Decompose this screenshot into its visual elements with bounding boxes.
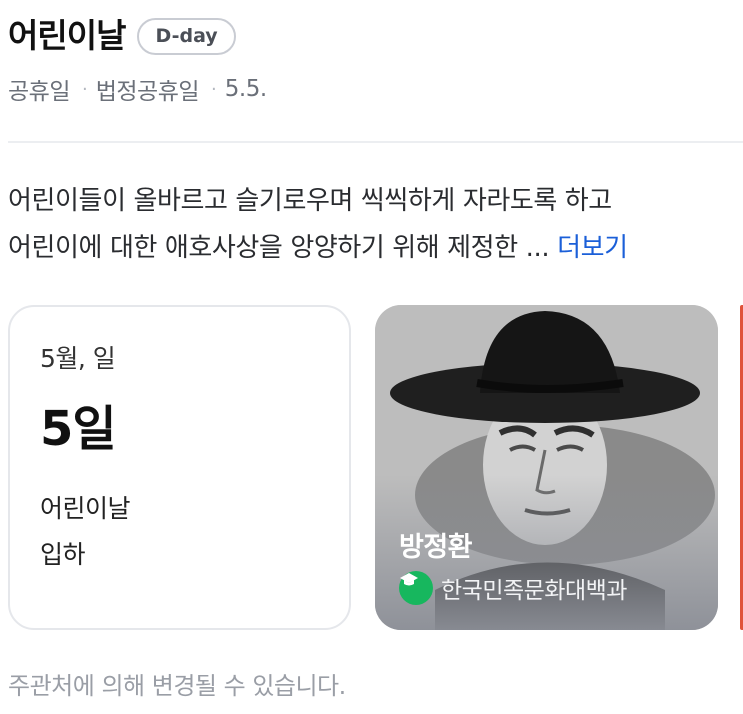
- footer-note: 주관처에 의해 변경될 수 있습니다.: [8, 672, 346, 700]
- page-title: 어린이날: [8, 16, 126, 55]
- separator-dot: ·: [81, 78, 88, 100]
- meta-holiday-type[interactable]: 공휴일: [8, 72, 70, 106]
- date-card-day: 5일: [40, 401, 117, 457]
- description-text: 어린이에 대한 애호사상을 앙양하기 위해 제정한 ...: [8, 233, 550, 263]
- divider: [8, 141, 743, 143]
- dday-badge[interactable]: D-day: [137, 17, 236, 55]
- meta-date: 5.5.: [224, 76, 267, 102]
- date-card[interactable]: 5월, 일 5일 어린이날 입하: [8, 305, 351, 630]
- date-card-event-2: 입하: [40, 540, 86, 569]
- graduation-cap-icon: [399, 571, 433, 605]
- date-card-event: 어린이날: [40, 494, 131, 523]
- holiday-info-panel: 어린이날 D-day 공휴일 · 법정공휴일 · 5.5. 어린이들이 올바르고…: [0, 0, 743, 714]
- date-card-month-label: 5월, 일: [40, 344, 116, 373]
- title-row: 어린이날 D-day: [8, 14, 267, 58]
- holiday-meta: 공휴일 · 법정공휴일 · 5.5.: [8, 72, 267, 106]
- meta-legal-holiday[interactable]: 법정공휴일: [96, 72, 200, 106]
- more-link[interactable]: 더보기: [557, 233, 628, 263]
- description-line: 어린이들이 올바르고 슬기로우며 씩씩하게 자라도록 하고: [8, 186, 612, 216]
- header: 어린이날 D-day 공휴일 · 법정공휴일 · 5.5.: [8, 14, 267, 106]
- source-link[interactable]: 한국민족문화대백과: [399, 571, 627, 605]
- person-name: 방정환: [399, 532, 473, 563]
- description: 어린이들이 올바르고 슬기로우며 씩씩하게 자라도록 하고 어린이에 대한 애호…: [8, 178, 743, 272]
- separator-dot: ·: [211, 78, 217, 100]
- source-label: 한국민족문화대백과: [441, 578, 627, 604]
- description-line: 어린이에 대한 애호사상을 앙양하기 위해 제정한 ... 더보기: [8, 225, 743, 272]
- person-card[interactable]: 방정환 한국민족문화대백과: [375, 305, 718, 630]
